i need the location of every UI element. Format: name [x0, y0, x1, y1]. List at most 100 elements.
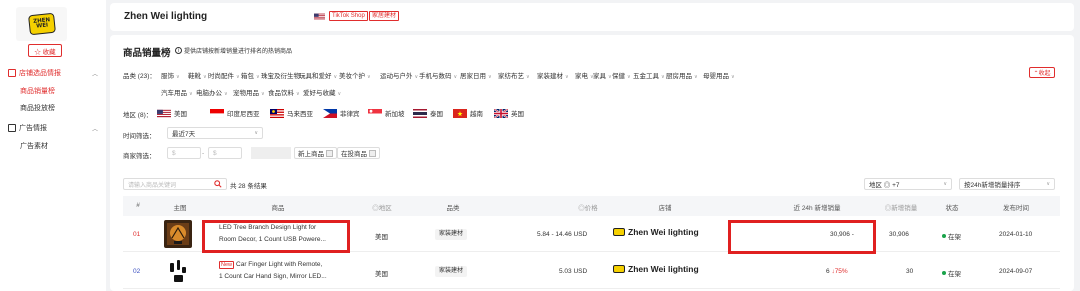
category-chip[interactable]: 五金工具 ∨	[633, 70, 665, 80]
category-name: 箱包	[241, 73, 254, 80]
category-chip[interactable]: 爱好与收藏 ∨	[303, 87, 341, 97]
row-price: 5.84 - 14.46 USD	[537, 231, 588, 238]
row-category: 家装建材	[435, 266, 468, 277]
region-name: 菲律宾	[340, 111, 360, 118]
category-chip[interactable]: 母婴用品 ∨	[703, 70, 735, 80]
category-chip[interactable]: 食品饮料 ∨	[268, 87, 300, 97]
category-chip[interactable]: 保健 ∨	[612, 70, 631, 80]
row-sales-24h: 6 ↓75%	[826, 268, 848, 275]
sidebar-item-sales-rank[interactable]: 商品销量榜	[20, 86, 55, 96]
col-sales-new[interactable]: ◎新增销量	[885, 202, 918, 212]
category-chip[interactable]: 时尚配件 ∨	[208, 70, 240, 80]
row-status: 在架	[942, 231, 961, 241]
row-category: 家装建材	[435, 229, 468, 240]
category-chip[interactable]: 宠物用品 ∨	[233, 87, 265, 97]
category-chip[interactable]: 电脑办公 ∨	[196, 87, 228, 97]
row-store[interactable]: Zhen Wei lighting	[613, 227, 699, 237]
time-filter-value: 最近7天	[172, 131, 196, 138]
chevron-down-icon: ∨	[565, 74, 569, 80]
category-name: 运动与户外	[380, 73, 413, 80]
chevron-down-icon: ∨	[261, 91, 265, 97]
checkbox-icon	[369, 149, 376, 157]
us-flag-icon	[314, 13, 325, 20]
time-filter-select[interactable]: 最近7天 ∨	[167, 127, 263, 139]
price-max-input[interactable]: $	[208, 147, 242, 159]
sales-24h-trend: ↓75%	[831, 268, 848, 275]
uk-flag-icon	[494, 108, 508, 118]
collapse-button[interactable]: ⌃收起	[1029, 67, 1055, 78]
category-chip[interactable]: 汽车用品 ∨	[161, 87, 193, 97]
price-min-input[interactable]: $	[167, 147, 201, 159]
collapse-label: ⌃收起	[1033, 71, 1051, 77]
price-separator: -	[202, 150, 205, 157]
nav-group-label: 店铺选品情报	[19, 70, 61, 77]
nav-group-ad-intel[interactable]: 广告情报 ︿	[8, 123, 98, 133]
region-th[interactable]: 泰国	[413, 108, 443, 118]
region-vn[interactable]: 越南	[453, 108, 483, 118]
category-chip[interactable]: 箱包 ∨	[241, 70, 260, 80]
product-thumbnail[interactable]	[164, 220, 192, 248]
category-chip[interactable]: 鞋靴 ∨	[188, 70, 207, 80]
malaysia-flag-icon	[270, 108, 284, 118]
chevron-down-icon: ∨	[627, 74, 631, 80]
shop-name: Zhen Wei lighting	[124, 11, 208, 22]
region-uk[interactable]: 英国	[494, 108, 524, 118]
singapore-flag-icon	[368, 108, 382, 118]
in-ad-checkbox[interactable]: 在投商品	[337, 147, 380, 159]
chevron-down-icon: ∨	[296, 91, 300, 97]
new-badge: New	[219, 261, 235, 269]
category-chip[interactable]: 家装建材 ∨	[537, 70, 569, 80]
region-ph[interactable]: 菲律宾	[323, 108, 360, 118]
category-name: 五金工具	[633, 73, 659, 80]
col-sales-24h[interactable]: 近 24h 新增销量	[794, 202, 841, 212]
sort-select[interactable]: 按24h新增销量排序 ∨	[959, 178, 1055, 190]
region-us[interactable]: 美国	[157, 108, 187, 118]
category-chip[interactable]: 美妆个护 ∨	[339, 70, 371, 80]
category-name: 美妆个护	[339, 73, 365, 80]
category-name: 爱好与收藏	[303, 90, 336, 97]
region-select[interactable]: 地区 ◎ +7 ∨	[864, 178, 952, 190]
new-product-checkbox[interactable]: 新上商品	[294, 147, 337, 159]
category-chip[interactable]: 运动与户外 ∨	[380, 70, 418, 80]
search-icon[interactable]	[214, 180, 222, 188]
category-name: 保健	[612, 73, 625, 80]
search-input[interactable]: 请输入商品关键词	[123, 178, 227, 190]
section-hint: i 提供店铺按新增销量进行排名的热销商品	[175, 46, 292, 55]
category-chip[interactable]: 家电 ∨	[575, 70, 594, 80]
row-sales-new: 30,906	[889, 231, 909, 238]
row-date: 2024-09-07	[999, 268, 1033, 275]
category-chip[interactable]: 家纺布艺 ∨	[498, 70, 530, 80]
category-chip[interactable]: 手机与数码 ∨	[419, 70, 457, 80]
status-text: 在架	[948, 234, 961, 241]
sales-ranking-panel: 商品销量榜 i 提供店铺按新增销量进行排名的热销商品 品类 (23)： 服饰 ∨ 鞋…	[110, 35, 1074, 291]
col-price[interactable]: ◎价格	[578, 202, 598, 212]
category-chip[interactable]: 玩具和爱好 ∨	[299, 70, 337, 80]
category-chip[interactable]: 厨房用品 ∨	[666, 70, 698, 80]
category-name: 手机与数码	[419, 73, 452, 80]
nav-group-shop-intel[interactable]: 店铺选品情报 ︿	[8, 68, 98, 78]
chevron-down-icon: ∨	[224, 91, 228, 97]
blurred-filter	[251, 147, 291, 159]
sidebar-item-ad-rank[interactable]: 商品投放榜	[20, 103, 55, 113]
table-row[interactable]: 02 New Car Finger Light with Remote, 1 Co…	[123, 253, 1060, 289]
col-region[interactable]: ◎地区	[372, 202, 392, 212]
product-thumbnail[interactable]	[164, 257, 192, 285]
row-price: 5.03 USD	[559, 268, 588, 275]
highlight-product-title	[202, 220, 350, 253]
region-my[interactable]: 马来西亚	[270, 108, 313, 118]
sidebar-item-ad-material[interactable]: 广告素材	[20, 141, 48, 151]
region-id[interactable]: 印度尼西亚	[210, 108, 260, 118]
favorite-button[interactable]: ☆ 收藏	[28, 44, 62, 57]
checkbox-label: 在投商品	[341, 151, 367, 158]
product-title-line1[interactable]: New Car Finger Light with Remote,	[219, 261, 322, 269]
region-sg[interactable]: 新加坡	[368, 108, 405, 118]
row-store[interactable]: Zhen Wei lighting	[613, 264, 699, 274]
product-title-line2[interactable]: 1 Count Car Hand Sign, Mirror LED...	[219, 273, 327, 280]
region-name: 泰国	[430, 111, 443, 118]
category-chip[interactable]: 居家日用 ∨	[460, 70, 492, 80]
status-text: 在架	[948, 271, 961, 278]
chevron-down-icon: ∨	[661, 74, 665, 80]
category-chip[interactable]: 服饰 ∨	[161, 70, 180, 80]
category-chip[interactable]: 家具 ∨	[593, 70, 612, 80]
region-name: 英国	[511, 111, 524, 118]
